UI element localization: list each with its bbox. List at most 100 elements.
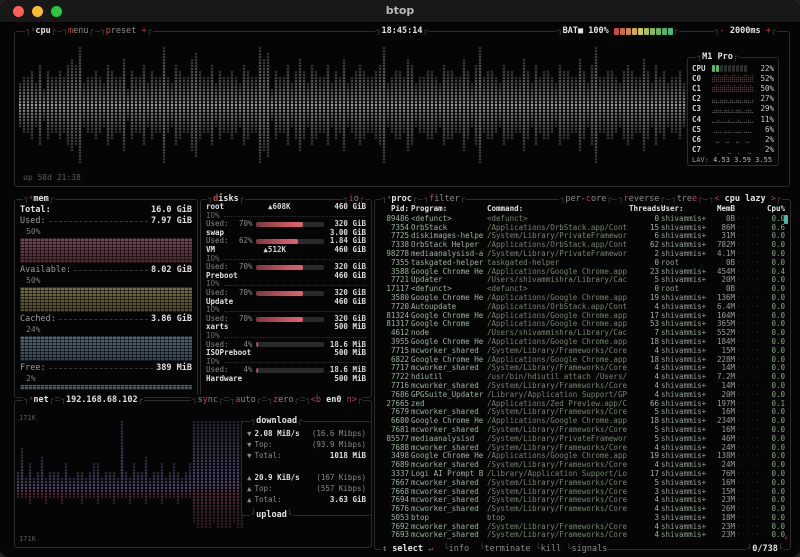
reverse-toggle[interactable]: ┐reverse┌ — [617, 193, 665, 205]
mem-usage-graph — [20, 336, 192, 361]
battery-indicator: ┐BAT■ 100% ┌ — [557, 25, 679, 37]
sort-prev-button[interactable]: < — [714, 193, 719, 205]
proc-box-title: ┐⁴proc┌ — [381, 193, 418, 205]
process-row[interactable]: 85577mediaanalysisd/System/Library/Priva… — [375, 435, 790, 444]
core-usage-graph — [712, 115, 754, 123]
update-interval: 2000ms — [730, 25, 761, 37]
process-row[interactable]: 7692mcworker_shared/System/Library/Frame… — [375, 523, 790, 532]
mem-section-row: Cached:3.86 GiB — [20, 313, 192, 324]
cpu-core-row: C72% — [688, 145, 778, 155]
per-core-toggle[interactable]: ┐per-core┌ — [559, 193, 612, 205]
filter-button[interactable]: ┐filter┌ — [423, 193, 466, 205]
process-row[interactable]: 3955Google Chrome He/Applications/Google… — [375, 338, 790, 347]
process-row[interactable]: 17117<defunct><defunct>0root0B·········0… — [375, 285, 790, 294]
process-row[interactable]: 27665zed/Applications/Zed Preview.app/Co… — [375, 400, 790, 409]
net-box-title: ┐³net┌ — [23, 394, 55, 406]
cpu-box: ┐¹cpu┌ ┐menu┌ ┐preset +┌ ┐18:45:14┌ ┐BAT… — [14, 31, 790, 187]
process-row[interactable]: 3498Google Chrome He/Applications/Google… — [375, 452, 790, 461]
process-row[interactable]: 3337Logi AI Prompt B/Library/Application… — [375, 470, 790, 479]
btop-window: btop ┐¹cpu┌ ┐menu┌ ┐preset +┌ ┐18:45:14┌… — [0, 0, 800, 557]
proc-table-header: Pid:Program:Command:Threads:User:MemBCpu… — [375, 205, 790, 214]
disk-entry: xarts500 MiB — [206, 323, 366, 332]
process-row[interactable]: 98278mediaanalysisd-a/System/Library/Pri… — [375, 250, 790, 259]
cpu-box-title: ┐¹cpu┌ — [25, 25, 57, 37]
process-row[interactable]: 7676mcworker_shared/System/Library/Frame… — [375, 505, 790, 514]
net-stat-row: ▲Total:3.63 GiB — [247, 494, 366, 505]
mem-total-row: Total: 16.0 GiB — [20, 204, 192, 215]
title-bar: btop — [0, 0, 800, 23]
cpu-core-row: C227% — [688, 94, 778, 104]
process-row[interactable]: 7688mcworker_shared/System/Library/Frame… — [375, 444, 790, 453]
cpu-usage-graph — [19, 46, 695, 164]
cpu-core-row: C62% — [688, 134, 778, 144]
kill-button[interactable]: kill — [541, 543, 561, 555]
net-stat-row: ▼Total:1018 MiB — [247, 450, 366, 461]
tree-toggle[interactable]: ┐tree┌ — [671, 193, 704, 205]
process-row[interactable]: 3588Google Chrome He/Applications/Google… — [375, 268, 790, 277]
process-row[interactable]: 6680Google Chrome He/Applications/Google… — [375, 417, 790, 426]
disk-entry: Hardware500 MiB — [206, 375, 366, 384]
battery-meter — [614, 28, 673, 35]
process-row[interactable]: 7681mcworker_shared/System/Library/Frame… — [375, 426, 790, 435]
mem-usage-graph — [20, 385, 192, 390]
signals-button[interactable]: signals — [572, 543, 608, 555]
disks-box: ┐disks┌ ┐io┌ root▲608K460 GiBIO%Used:70%… — [200, 199, 372, 398]
proc-scrollbar[interactable] — [784, 215, 788, 224]
process-row[interactable]: 7355taskgated-helpertaskgated-helper0roo… — [375, 259, 790, 268]
process-row[interactable]: 7694mcworker_shared/System/Library/Frame… — [375, 496, 790, 505]
disk-used-meter — [256, 265, 324, 270]
download-label: ┐download┌ — [250, 415, 303, 427]
process-row[interactable]: 7668mcworker_shared/System/Library/Frame… — [375, 488, 790, 497]
process-row[interactable]: 3580Google Chrome He/Applications/Google… — [375, 294, 790, 303]
process-row[interactable]: 7354OrbStack/Applications/OrbStack.app/C… — [375, 224, 790, 233]
select-arrows-icon: ↕ — [382, 543, 387, 555]
process-row[interactable]: 7679mcworker_shared/System/Library/Frame… — [375, 408, 790, 417]
process-row[interactable]: 81317Google Chrome/Applications/Google C… — [375, 320, 790, 329]
process-row[interactable]: 6822Google Chrome He/Applications/Google… — [375, 356, 790, 365]
process-row[interactable]: 7722hdiutil/usr/bin/hdiutil attach /User… — [375, 373, 790, 382]
process-row[interactable]: 7715mcworker_shared/System/Library/Frame… — [375, 347, 790, 356]
select-button[interactable]: select — [392, 543, 423, 555]
process-row[interactable]: 7725diskimages-helpe/System/Library/Priv… — [375, 232, 790, 241]
process-row[interactable]: 7686GPGSuite_Updater/Library/Application… — [375, 391, 790, 400]
process-row[interactable]: 7721Updater/Users/shivammishra/Library/C… — [375, 276, 790, 285]
net-stat-row — [247, 461, 366, 472]
process-row[interactable]: 89486<defunct><defunct>0shivammis+0B····… — [375, 215, 790, 224]
terminate-button[interactable]: terminate — [484, 543, 530, 555]
preset-button[interactable]: ┐preset +┌ — [100, 25, 153, 37]
window-title: btop — [0, 4, 800, 17]
disk-used-meter — [256, 342, 324, 347]
net-ip-address: ┐192.168.68.102┌ — [60, 394, 144, 406]
process-count: ┘0/738└ — [746, 543, 784, 555]
iface-next-button[interactable]: n> — [347, 394, 357, 406]
process-row[interactable]: 7720Autoupdate/Applications/OrbStack.app… — [375, 303, 790, 312]
cpu-core-row: C56% — [688, 124, 778, 134]
process-row[interactable]: 4612node/Users/shivammishra/Library/Cach… — [375, 329, 790, 338]
disk-entry: Update460 GiB — [206, 298, 366, 307]
process-row[interactable]: 7717mcworker_shared/System/Library/Frame… — [375, 364, 790, 373]
mem-box: ┐²mem┌ Total: 16.0 GiB Used:7.97 GiB50%A… — [14, 199, 198, 398]
clock: ┐18:45:14┌ — [375, 25, 428, 37]
disk-entry: Preboot460 GiB — [206, 272, 366, 281]
net-zero-button[interactable]: ┐zero┌ — [267, 394, 300, 406]
enter-icon: ↵ — [428, 543, 433, 555]
process-row[interactable]: 81324Google Chrome He/Applications/Googl… — [375, 312, 790, 321]
core-usage-graph — [712, 146, 754, 154]
process-row[interactable]: 7693mcworker_shared/System/Library/Frame… — [375, 531, 790, 540]
net-stat-row: ▲20.9 KiB/s(167 Kibps) — [247, 472, 366, 483]
process-row[interactable]: 7338OrbStack Helper/Applications/OrbStac… — [375, 241, 790, 250]
mem-section-row: Used:7.97 GiB — [20, 215, 192, 226]
info-button[interactable]: info — [449, 543, 469, 555]
iface-prev-button[interactable]: <b — [311, 394, 321, 406]
mem-usage-graph — [20, 287, 192, 312]
interval-decrease-button[interactable]: - — [720, 25, 725, 37]
net-stat-row: ▼Top:(93.9 Mibps) — [247, 439, 366, 450]
net-sync-button[interactable]: ┐sync┌ — [191, 394, 224, 406]
net-auto-button[interactable]: ┐auto┌ — [229, 394, 262, 406]
process-row[interactable]: 7716mcworker_shared/System/Library/Frame… — [375, 382, 790, 391]
process-row[interactable]: 5053btopbtop3shivammis+18M·········0.0 — [375, 514, 790, 523]
menu-button[interactable]: ┐menu┌ — [62, 25, 95, 37]
process-row[interactable]: 7689mcworker_shared/System/Library/Frame… — [375, 461, 790, 470]
disk-entry: VM▲512K460 GiB — [206, 246, 366, 255]
process-row[interactable]: 7667mcworker_shared/System/Library/Frame… — [375, 479, 790, 488]
